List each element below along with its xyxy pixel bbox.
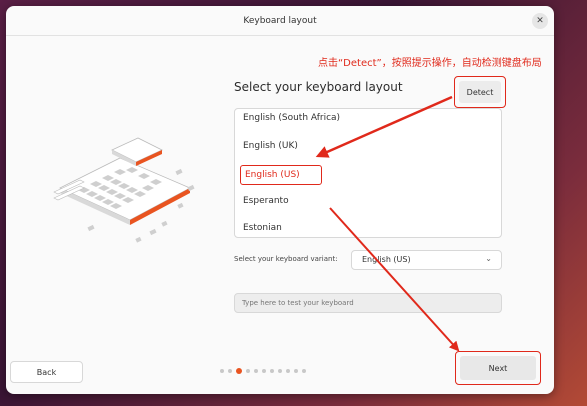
variant-dropdown[interactable]: English (US) ⌄ [351, 250, 502, 270]
instruction-annotation: 点击“Detect”，按照提示操作，自动检测键盘布局 [318, 58, 542, 69]
progress-dot [246, 369, 250, 373]
window-title: Keyboard layout [243, 15, 317, 26]
test-keyboard-input[interactable] [234, 293, 502, 313]
layout-item-selected[interactable]: English (US) [240, 165, 322, 185]
progress-dot [278, 369, 282, 373]
progress-dot [302, 369, 306, 373]
layout-list[interactable]: English (South Africa) English (UK) Engl… [234, 108, 502, 238]
progress-dot [270, 369, 274, 373]
variant-label: Select your keyboard variant: [234, 255, 338, 263]
variant-value: English (US) [362, 255, 411, 264]
progress-dot [286, 369, 290, 373]
progress-dot-active [236, 368, 242, 374]
close-icon[interactable]: ✕ [532, 13, 548, 29]
progress-dot [294, 369, 298, 373]
layout-item[interactable]: Esperanto [243, 196, 289, 206]
next-button[interactable]: Next [460, 356, 536, 380]
detect-highlight: Detect [454, 76, 506, 108]
next-highlight: Next [455, 351, 541, 385]
progress-dot [220, 369, 224, 373]
layout-item[interactable]: English (South Africa) [243, 113, 340, 123]
keyboard-illustration [53, 137, 195, 243]
back-button[interactable]: Back [10, 361, 83, 383]
layout-item[interactable]: Estonian [243, 223, 282, 233]
detect-button[interactable]: Detect [459, 81, 501, 103]
page-heading: Select your keyboard layout [234, 80, 403, 94]
layout-item[interactable]: English (UK) [243, 141, 298, 151]
title-bar: Keyboard layout ✕ [6, 6, 554, 36]
progress-dot [254, 369, 258, 373]
progress-dots [220, 368, 306, 374]
progress-dot [228, 369, 232, 373]
chevron-down-icon: ⌄ [485, 254, 492, 263]
progress-dot [262, 369, 266, 373]
